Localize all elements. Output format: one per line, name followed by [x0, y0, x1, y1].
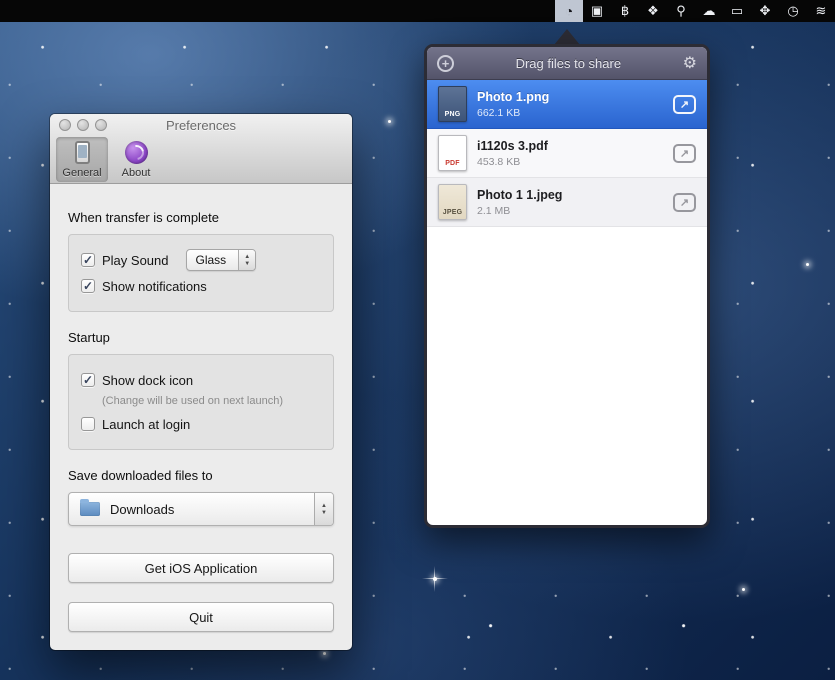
play-sound-label: Play Sound [102, 253, 169, 268]
star [433, 577, 437, 581]
section-heading-transfer: When transfer is complete [68, 210, 334, 225]
show-dock-icon-row[interactable]: ✓ Show dock icon [81, 369, 321, 391]
popover-arrow [554, 29, 580, 45]
sound-select[interactable]: Glass ▲ ▼ [186, 249, 257, 271]
prefs-titlebar: Preferences General About [50, 114, 352, 184]
file-row[interactable]: PDF i1120s 3.pdf 453.8 KB ↗ [427, 129, 707, 178]
dock-icon-note: (Change will be used on next launch) [102, 395, 321, 407]
dropbox-icon[interactable]: ❖ [639, 0, 667, 22]
image-icon[interactable]: ▣ [583, 0, 611, 22]
bitcoin-icon[interactable]: ฿ [611, 0, 639, 22]
star [742, 588, 745, 591]
prefs-body: When transfer is complete ✓ Play Sound G… [50, 184, 352, 650]
file-type-badge: PNG [445, 111, 461, 118]
show-notifications-row[interactable]: ✓ Show notifications [81, 275, 321, 297]
file-row[interactable]: PNG Photo 1.png 662.1 KB ↗ [427, 80, 707, 129]
stepper-up-icon: ▲ [244, 254, 250, 260]
move-icon[interactable]: ✥ [751, 0, 779, 22]
share-button[interactable]: ↗ [673, 95, 696, 114]
startup-groupbox: ✓ Show dock icon (Change will be used on… [68, 354, 334, 450]
cloud-icon[interactable]: ☁ [695, 0, 723, 22]
show-notifications-label: Show notifications [102, 279, 207, 294]
gear-icon[interactable]: ⚙ [683, 53, 697, 73]
section-heading-startup: Startup [68, 330, 334, 345]
file-type-badge: PDF [445, 160, 460, 167]
file-type-badge: JPEG [443, 209, 462, 216]
popover-header: + Drag files to share ⚙ [427, 47, 707, 80]
wifi-icon[interactable]: ≋ [807, 0, 835, 22]
pdf-file-icon: PDF [438, 135, 467, 171]
file-size: 2.1 MB [477, 205, 673, 217]
play-sound-row[interactable]: ✓ Play Sound Glass ▲ ▼ [81, 249, 321, 271]
check-icon: ✓ [83, 373, 93, 387]
share-icon: ↗ [680, 196, 689, 209]
share-icon: ↗ [680, 147, 689, 160]
general-icon [75, 141, 90, 164]
star [806, 263, 809, 266]
prefs-toolbar: General About [56, 137, 162, 182]
check-icon: ✓ [83, 253, 93, 267]
pin-icon[interactable]: ⚲ [667, 0, 695, 22]
share-button[interactable]: ↗ [673, 193, 696, 212]
desktop: ◔ ▣ ฿ ❖ ⚲ ☁ ▭ ✥ ◷ ≋ + Drag files to shar… [0, 0, 835, 680]
file-info: Photo 1 1.jpeg 2.1 MB [477, 188, 673, 217]
save-folder-value: Downloads [110, 502, 174, 517]
launch-at-login-row[interactable]: Launch at login [81, 413, 321, 435]
show-dock-icon-checkbox[interactable]: ✓ [81, 373, 95, 387]
clock-icon[interactable]: ◷ [779, 0, 807, 22]
file-info: Photo 1.png 662.1 KB [477, 90, 673, 119]
folder-icon [80, 502, 100, 516]
display-icon[interactable]: ▭ [723, 0, 751, 22]
tab-about-label: About [122, 167, 151, 179]
preferences-window: Preferences General About When transfer … [50, 114, 352, 650]
stepper-down-icon: ▼ [244, 261, 250, 267]
file-name: Photo 1.png [477, 90, 673, 104]
file-info: i1120s 3.pdf 453.8 KB [477, 139, 673, 168]
tab-about[interactable]: About [110, 137, 162, 182]
share-icon: ↗ [680, 98, 689, 111]
check-icon: ✓ [83, 279, 93, 293]
jpeg-file-icon: JPEG [438, 184, 467, 220]
sound-select-value: Glass [187, 250, 239, 270]
file-name: i1120s 3.pdf [477, 139, 673, 153]
show-dock-icon-label: Show dock icon [102, 373, 193, 388]
transfer-groupbox: ✓ Play Sound Glass ▲ ▼ ✓ Show [68, 234, 334, 312]
share-popover: + Drag files to share ⚙ PNG Photo 1.png … [424, 44, 710, 528]
launch-at-login-checkbox[interactable] [81, 417, 95, 431]
star [388, 120, 391, 123]
share-button[interactable]: ↗ [673, 144, 696, 163]
stepper-icon: ▲ ▼ [238, 250, 255, 270]
quit-button[interactable]: Quit [68, 602, 334, 632]
stepper-icon: ▲ ▼ [314, 493, 333, 525]
png-file-icon: PNG [438, 86, 467, 122]
star [323, 652, 326, 655]
stepper-up-icon: ▲ [321, 503, 327, 509]
play-sound-checkbox[interactable]: ✓ [81, 253, 95, 267]
about-icon [125, 141, 148, 164]
file-size: 453.8 KB [477, 156, 673, 168]
stepper-down-icon: ▼ [321, 510, 327, 516]
add-file-button[interactable]: + [437, 55, 454, 72]
menu-bar: ◔ ▣ ฿ ❖ ⚲ ☁ ▭ ✥ ◷ ≋ [0, 0, 835, 22]
app-timer-icon[interactable]: ◔ [555, 0, 583, 22]
save-folder-select[interactable]: Downloads ▲ ▼ [68, 492, 334, 526]
file-size: 662.1 KB [477, 107, 673, 119]
window-title: Preferences [50, 118, 352, 133]
tab-general-label: General [62, 167, 101, 179]
file-row[interactable]: JPEG Photo 1 1.jpeg 2.1 MB ↗ [427, 178, 707, 227]
get-ios-application-button[interactable]: Get iOS Application [68, 553, 334, 583]
section-heading-save: Save downloaded files to [68, 468, 334, 483]
launch-at-login-label: Launch at login [102, 417, 190, 432]
popover-title: Drag files to share [454, 56, 683, 71]
file-name: Photo 1 1.jpeg [477, 188, 673, 202]
tab-general[interactable]: General [56, 137, 108, 182]
show-notifications-checkbox[interactable]: ✓ [81, 279, 95, 293]
